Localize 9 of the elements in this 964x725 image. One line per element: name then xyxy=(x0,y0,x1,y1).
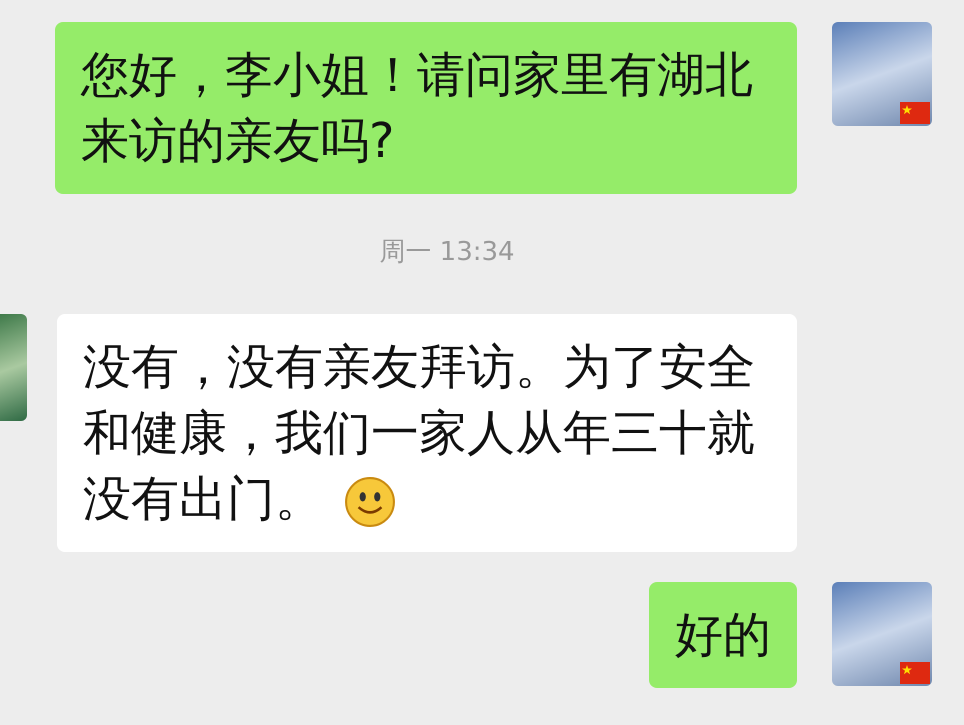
avatar-photo[interactable] xyxy=(0,314,27,421)
flag-icon xyxy=(900,662,930,684)
message-text: 没有，没有亲友拜访。为了安全和健康，我们一家人从年三十就没有出门。 xyxy=(83,339,755,527)
message-text: 您好，李小姐！请问家里有湖北来访的亲友吗? xyxy=(81,47,753,169)
avatar-photo[interactable] xyxy=(832,22,932,126)
message-text: 好的 xyxy=(675,607,771,663)
avatar-photo[interactable] xyxy=(832,582,932,686)
timestamp: 周一 13:34 xyxy=(378,236,516,269)
flag-icon xyxy=(900,102,930,124)
